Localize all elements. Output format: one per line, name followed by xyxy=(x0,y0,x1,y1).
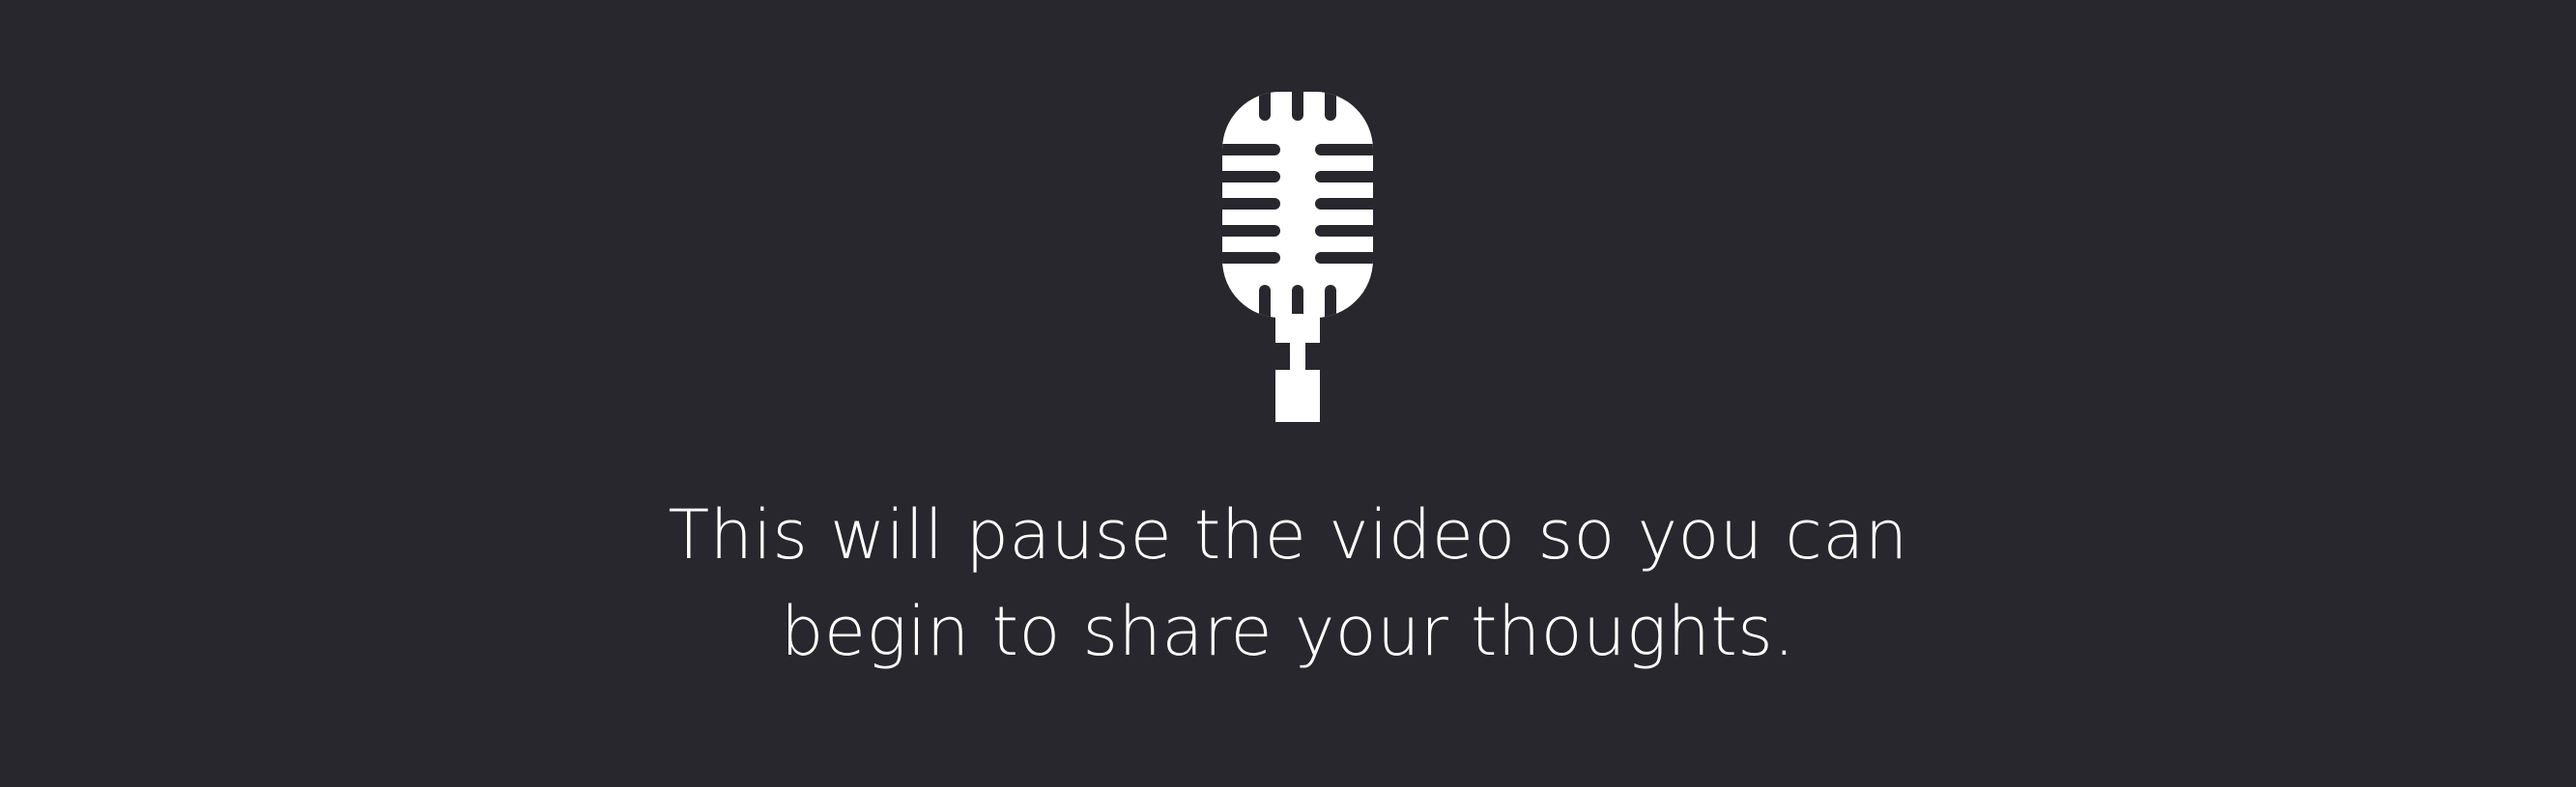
pause-message: This will pause the video so you can beg… xyxy=(0,487,2576,680)
pause-message-line-2: begin to share your thoughts. xyxy=(780,592,1796,671)
pause-message-line-1: This will pause the video so you can xyxy=(668,495,1908,575)
voice-comment-overlay: This will pause the video so you can beg… xyxy=(0,0,2576,787)
microphone-icon xyxy=(1222,92,1373,422)
